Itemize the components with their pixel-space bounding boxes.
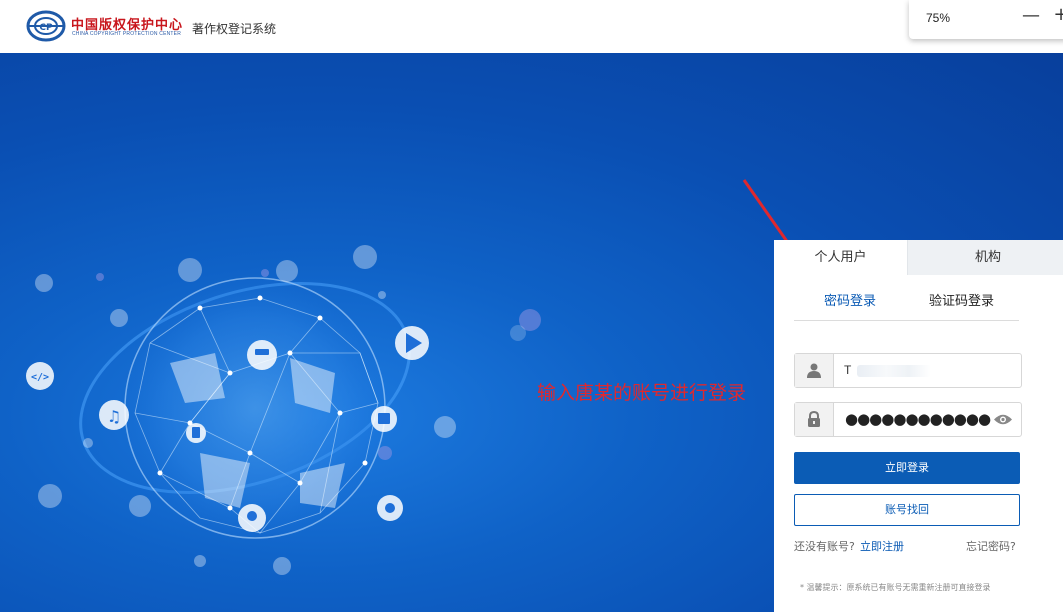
svg-text:</>: </> — [31, 372, 49, 383]
username-field[interactable]: T — [794, 353, 1022, 388]
system-name: 著作权登记系统 — [192, 22, 277, 36]
user-prefix — [795, 354, 834, 387]
password-mask: ●●●●●●●●●●●● — [845, 410, 991, 428]
tab-personal-user[interactable]: 个人用户 — [774, 240, 907, 275]
globe-illustration: </> ♫ — [26, 245, 541, 575]
register-link[interactable]: 立即注册 — [860, 538, 904, 554]
zoom-in-button[interactable]: + — [1051, 4, 1063, 25]
annotation-text: 输入唐某的账号进行登录 — [537, 382, 747, 404]
zoom-out-button[interactable]: — — [1021, 5, 1041, 26]
user-icon — [807, 363, 821, 378]
csdn-watermark: CSDN @沐枫 — [980, 591, 1048, 604]
svg-text:CP: CP — [39, 23, 53, 33]
tab-organization[interactable]: 机构 — [907, 240, 1063, 275]
lock-icon — [808, 411, 820, 427]
top-header: CP 中国版权保护中心 CHINA COPYRIGHT PROTECTION C… — [0, 0, 1063, 53]
subtab-code-login[interactable]: 验证码登录 — [929, 290, 994, 309]
subtab-password-login[interactable]: 密码登录 — [824, 290, 876, 309]
svg-text:♫: ♫ — [107, 407, 121, 426]
password-field[interactable]: ●●●●●●●●●●●● — [794, 402, 1022, 437]
zoom-popup: 75% — + — [909, 0, 1063, 39]
login-button[interactable]: 立即登录 — [794, 452, 1020, 484]
username-value: T — [844, 363, 852, 377]
password-prefix — [795, 403, 834, 436]
zoom-level: 75% — [926, 11, 951, 25]
cpcc-logo-icon: CP — [26, 10, 66, 42]
recover-account-button[interactable]: 账号找回 — [794, 494, 1020, 526]
login-panel: 个人用户 机构 密码登录 验证码登录 T ●●●●●●●●●●●● 立即登录 账… — [774, 240, 1063, 612]
eye-icon[interactable] — [993, 413, 1013, 426]
hint-text: * 温馨提示：原系统已有账号无需重新注册可直接登录 — [800, 583, 991, 592]
forgot-password-link[interactable]: 忘记密码? — [966, 538, 1016, 554]
divider — [794, 320, 1019, 321]
logo-title-en: CHINA COPYRIGHT PROTECTION CENTER — [72, 31, 182, 37]
no-account-text: 还没有账号? — [794, 540, 855, 553]
username-blur — [857, 365, 931, 377]
